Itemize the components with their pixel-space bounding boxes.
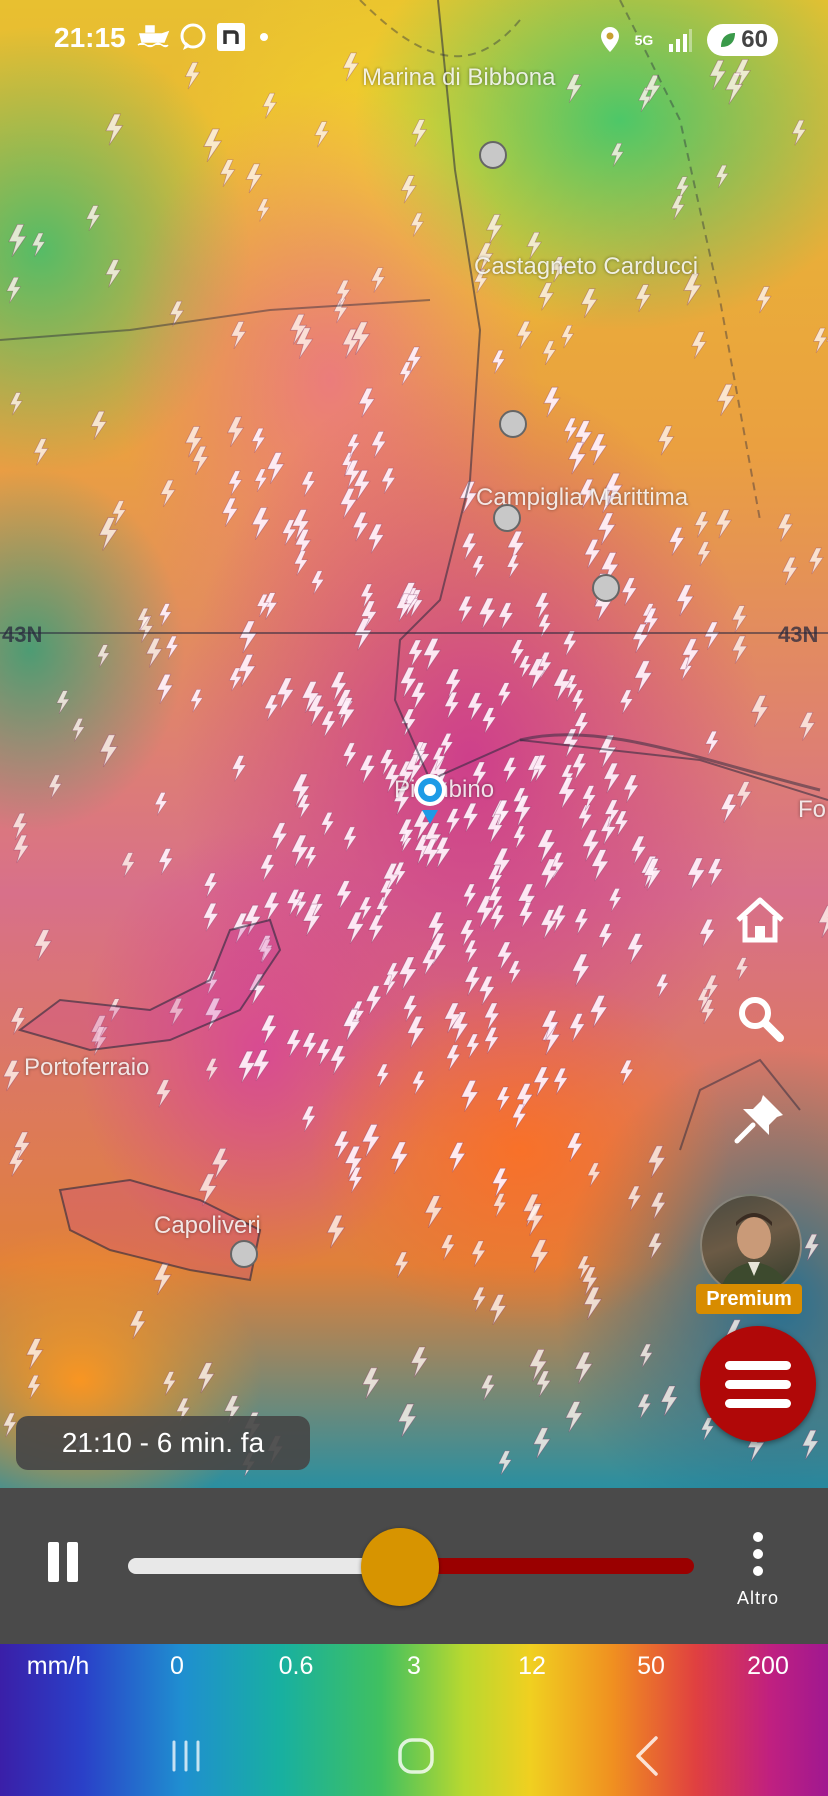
search-icon [739, 997, 784, 1042]
city-marker[interactable] [479, 141, 507, 169]
leaf-icon [721, 33, 736, 47]
premium-badge[interactable]: Premium [696, 1284, 802, 1314]
pause-icon [67, 1542, 78, 1582]
precipitation-legend: mm/h 0 0.6 3 12 50 200 [0, 1644, 828, 1796]
legend-value: 0.6 [278, 1652, 314, 1680]
timeline-remaining[interactable] [399, 1558, 694, 1574]
user-photo [720, 1213, 790, 1294]
timeline-slider-thumb[interactable] [360, 1528, 439, 1606]
more-button[interactable]: Altro [728, 1530, 788, 1610]
signal-icon [669, 29, 693, 52]
city-marker[interactable] [493, 504, 521, 532]
location-status-icon [600, 27, 619, 52]
pause-icon [48, 1542, 59, 1582]
current-location-icon[interactable] [410, 772, 450, 828]
hamburger-menu-icon[interactable] [700, 1326, 816, 1442]
playback-bar: Altro [0, 1488, 828, 1644]
legend-value: 12 [518, 1652, 546, 1680]
pushpin-icon [734, 1095, 783, 1144]
place-label: Portoferraio [24, 1054, 150, 1081]
home-circle-icon[interactable] [386, 1726, 446, 1786]
legend-value: 0 [170, 1652, 184, 1680]
battery-indicator: 60 [707, 24, 778, 56]
place-label: Castagneto Carducci [474, 253, 699, 280]
battery-level: 60 [741, 26, 768, 53]
menu-line [725, 1360, 791, 1370]
legend-value: 3 [407, 1652, 421, 1680]
place-label: Fo [798, 796, 827, 823]
dot-icon [260, 33, 268, 41]
boat-icon [137, 25, 170, 48]
more-vert-icon [728, 1532, 788, 1576]
search-button[interactable] [730, 988, 790, 1048]
network-type: 5G [634, 32, 654, 48]
latitude-label-right: 43N [778, 622, 819, 647]
notification-icons [136, 22, 274, 52]
n-app-icon [217, 23, 245, 51]
legend-unit: mm/h [26, 1652, 90, 1680]
back-icon[interactable] [618, 1726, 678, 1786]
menu-line [725, 1379, 791, 1389]
more-label: Altro [736, 1588, 779, 1608]
clock: 21:15 [54, 22, 126, 53]
timeline-played[interactable] [128, 1558, 400, 1574]
whatsapp-icon [180, 23, 206, 50]
place-label: Capoliveri [154, 1212, 261, 1239]
home-button[interactable] [730, 890, 790, 950]
home-icon [736, 897, 784, 943]
latitude-line [0, 632, 828, 634]
pause-button[interactable] [46, 1542, 80, 1582]
city-marker[interactable] [230, 1240, 258, 1268]
timestamp-chip: 21:10 - 6 min. fa [16, 1416, 310, 1470]
legend-value: 200 [747, 1652, 789, 1680]
city-marker[interactable] [499, 410, 527, 438]
menu-line [725, 1398, 791, 1408]
system-icons: 5G 60 [599, 24, 778, 56]
latitude-label-left: 43N [2, 622, 43, 647]
pin-button[interactable] [730, 1088, 790, 1148]
city-marker[interactable] [592, 574, 620, 602]
status-bar: 21:15 5G 60 [0, 0, 828, 80]
recents-icon[interactable] [156, 1726, 216, 1786]
avatar[interactable] [700, 1194, 802, 1296]
legend-value: 50 [637, 1652, 665, 1680]
